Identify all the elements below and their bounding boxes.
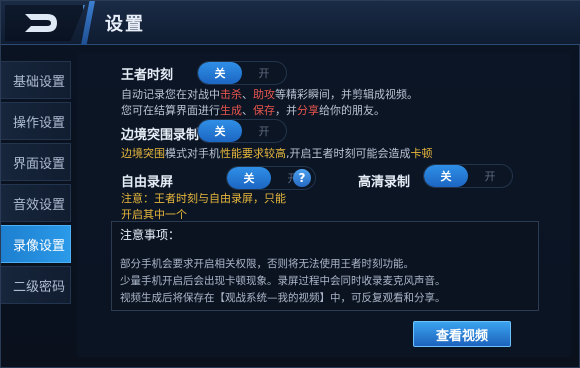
back-button[interactable] — [5, 5, 85, 41]
king-moment-toggle[interactable]: 关 开 — [197, 61, 287, 85]
help-icon[interactable]: ? — [293, 169, 311, 187]
sidebar-item-sound[interactable]: 音效设置 — [1, 184, 71, 222]
notice-line: 视频生成后将保存在【观战系统—我的视频】中，可反复观看和分享。 — [120, 292, 446, 304]
king-moment-label: 王者时刻 — [121, 68, 174, 83]
toggle-off-option[interactable]: 关 — [227, 167, 271, 189]
hd-record-label: 高清录制 — [358, 175, 411, 190]
frontier-record-toggle[interactable]: 关 开 — [197, 119, 287, 143]
sidebar-item-controls[interactable]: 操作设置 — [1, 102, 71, 140]
toggle-on-option[interactable]: 开 — [468, 165, 512, 187]
frontier-record-label: 边境突围录制 — [121, 128, 200, 143]
notice-line: 少量手机开启后会出现卡顿现象。录屏过程中会同时收录麦克风声音。 — [120, 275, 446, 287]
sidebar: 基础设置 操作设置 界面设置 音效设置 录像设置 二级密码 — [1, 61, 71, 307]
notice-box: 注意事项： 部分手机会要求开启相关权限，否则将无法使用王者时刻功能。 少量手机开… — [111, 221, 539, 311]
sidebar-item-basic[interactable]: 基础设置 — [1, 61, 71, 99]
hd-record-toggle[interactable]: 关 开 — [423, 164, 513, 188]
page-title: 设置 — [105, 14, 145, 35]
toggle-off-option[interactable]: 关 — [424, 165, 468, 187]
frontier-record-desc: 边境突围模式对手机性能要求较高,开启王者时刻可能会造成卡顿 — [121, 147, 433, 160]
back-icon — [25, 14, 57, 32]
toggle-on-option[interactable]: 开 — [242, 120, 286, 142]
king-moment-desc-2: 您可在结算界面进行生成、保存，并分享给你的朋友。 — [121, 104, 385, 117]
free-record-note-1: 注意：王者时刻与自由录屏，只能 — [121, 192, 286, 205]
toggle-on-option[interactable]: 开 — [242, 62, 286, 84]
notice-title: 注意事项： — [120, 228, 181, 242]
free-record-label: 自由录屏 — [121, 175, 174, 190]
settings-screen: 设置 基础设置 操作设置 界面设置 音效设置 录像设置 二级密码 王者时刻 关 … — [0, 0, 580, 368]
sidebar-item-interface[interactable]: 界面设置 — [1, 143, 71, 181]
sidebar-item-secondary-password[interactable]: 二级密码 — [1, 266, 71, 304]
toggle-off-option[interactable]: 关 — [198, 120, 242, 142]
king-moment-desc-1: 自动记录您在对战中击杀、助攻等精彩瞬间，并剪辑成视频。 — [121, 88, 418, 101]
header-bar: 设置 — [1, 1, 580, 45]
sidebar-item-recording[interactable]: 录像设置 — [1, 225, 71, 263]
notice-line: 部分手机会要求开启相关权限，否则将无法使用王者时刻功能。 — [120, 258, 414, 270]
toggle-off-option[interactable]: 关 — [198, 62, 242, 84]
view-videos-button[interactable]: 查看视频 — [413, 321, 511, 347]
